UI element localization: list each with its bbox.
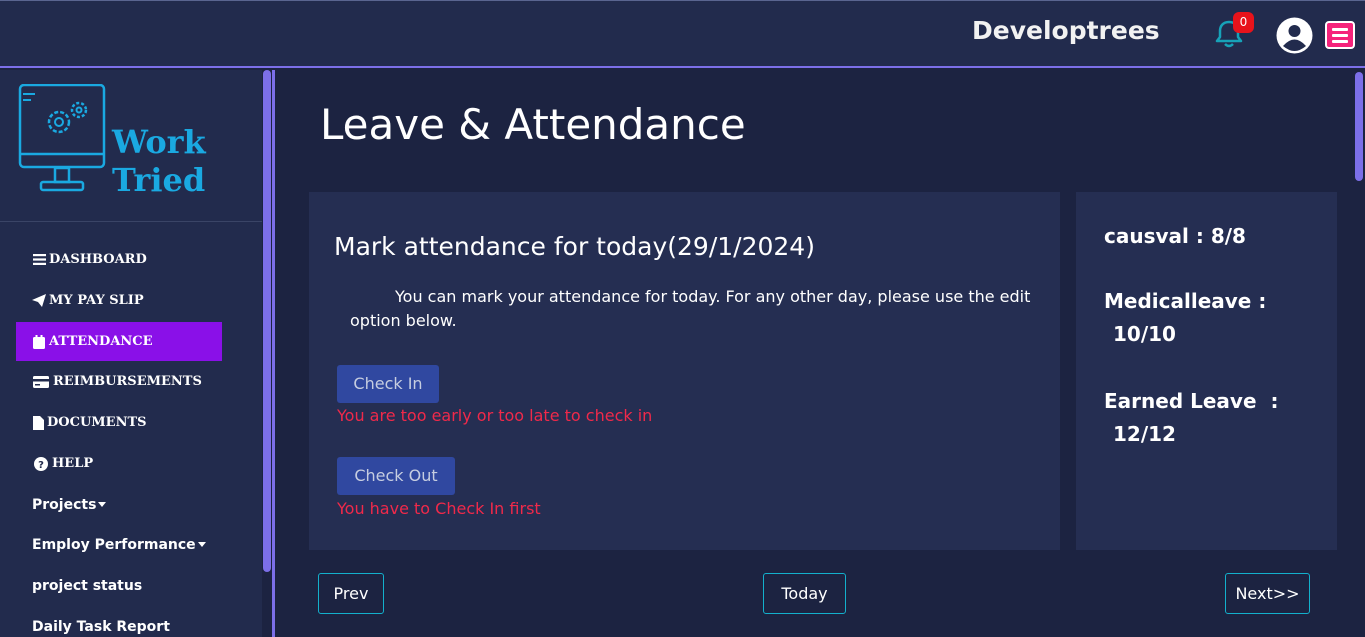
leave-balance-card: causval : 8/8 Medicalleave : 10/10 Earne… — [1076, 192, 1337, 550]
sidebar-item-label: HELP — [52, 456, 94, 471]
sidebar-item-label: DASHBOARD — [49, 252, 147, 267]
file-icon — [32, 415, 44, 430]
check-in-button[interactable]: Check In — [337, 365, 439, 403]
sidebar-item-help[interactable]: ? HELP — [16, 444, 222, 483]
check-out-error: You have to Check In first — [337, 499, 541, 518]
sidebar-item-label: REIMBURSEMENTS — [53, 374, 202, 389]
main-scrollbar-thumb[interactable] — [1355, 72, 1363, 181]
sidebar-border — [272, 70, 275, 637]
sidebar-item-label: Projects — [32, 496, 97, 513]
sidebar-item-label: Employ Performance — [32, 536, 196, 553]
today-button[interactable]: Today — [763, 573, 846, 614]
question-circle-icon: ? — [32, 456, 49, 471]
caret-down-icon — [98, 502, 107, 507]
prev-button[interactable]: Prev — [318, 573, 384, 614]
credit-card-icon — [32, 375, 50, 389]
sidebar-item-label: ATTENDANCE — [49, 334, 153, 349]
sidebar-scrollbar[interactable] — [262, 70, 272, 637]
leave-value: 10/10 — [1113, 322, 1176, 346]
leave-balance-row: causval : 8/8 — [1104, 224, 1246, 248]
main-scrollbar[interactable] — [1353, 70, 1365, 637]
monitor-gears-logo-icon — [18, 84, 106, 192]
svg-text:?: ? — [38, 460, 44, 471]
leave-value: 12/12 — [1113, 422, 1176, 446]
leave-balance-row: Earned Leave : 12/12 — [1104, 385, 1324, 451]
attendance-card: Mark attendance for today(29/1/2024) You… — [309, 192, 1060, 550]
sidebar-item-documents[interactable]: DOCUMENTS — [16, 403, 222, 442]
sidebar-item-my-pay-slip[interactable]: MY PAY SLIP — [16, 281, 222, 320]
notification-badge: 0 — [1233, 12, 1254, 33]
paper-plane-icon — [32, 294, 46, 308]
sidebar: Work Tried DASHBOARD MY PAY SLIP ATTENDA… — [0, 70, 262, 637]
attendance-description: You can mark your attendance for today. … — [350, 287, 1031, 330]
company-name: Developtrees — [972, 16, 1160, 45]
sidebar-item-project-status[interactable]: project status — [16, 566, 222, 605]
sidebar-item-label: MY PAY SLIP — [49, 293, 144, 308]
top-navbar: Developtrees 0 — [0, 0, 1365, 68]
sidebar-scrollbar-thumb[interactable] — [263, 70, 271, 572]
calendar-icon — [32, 334, 46, 349]
check-out-button[interactable]: Check Out — [337, 457, 455, 495]
leave-value: 8/8 — [1210, 224, 1246, 248]
leave-type: causval — [1104, 224, 1189, 248]
user-avatar-icon[interactable] — [1276, 17, 1313, 54]
sidebar-item-label: project status — [32, 577, 143, 594]
leave-balance-row: Medicalleave : 10/10 — [1104, 285, 1324, 351]
check-in-error: You are too early or too late to check i… — [337, 406, 653, 425]
attendance-heading: Mark attendance for today(29/1/2024) — [334, 232, 815, 261]
page-title: Leave & Attendance — [320, 100, 746, 149]
sidebar-item-projects[interactable]: Projects — [16, 485, 222, 524]
bars-icon — [32, 253, 46, 267]
hamburger-menu-icon[interactable] — [1325, 21, 1355, 49]
sidebar-item-label: DOCUMENTS — [47, 415, 147, 430]
sidebar-item-dashboard[interactable]: DASHBOARD — [16, 240, 222, 279]
sidebar-item-daily-task-report[interactable]: Daily Task Report — [16, 607, 222, 637]
logo-text: Work Tried — [112, 123, 206, 199]
leave-type: Medicalleave — [1104, 289, 1252, 313]
sidebar-item-attendance[interactable]: ATTENDANCE — [16, 322, 222, 361]
sidebar-item-label: Daily Task Report — [32, 618, 170, 635]
caret-down-icon — [197, 542, 206, 547]
next-button[interactable]: Next>> — [1225, 573, 1310, 614]
leave-type: Earned Leave — [1104, 389, 1257, 413]
sidebar-divider — [0, 221, 262, 222]
sidebar-item-reimbursements[interactable]: REIMBURSEMENTS — [16, 362, 222, 401]
sidebar-item-employ-performance[interactable]: Employ Performance — [16, 525, 222, 564]
